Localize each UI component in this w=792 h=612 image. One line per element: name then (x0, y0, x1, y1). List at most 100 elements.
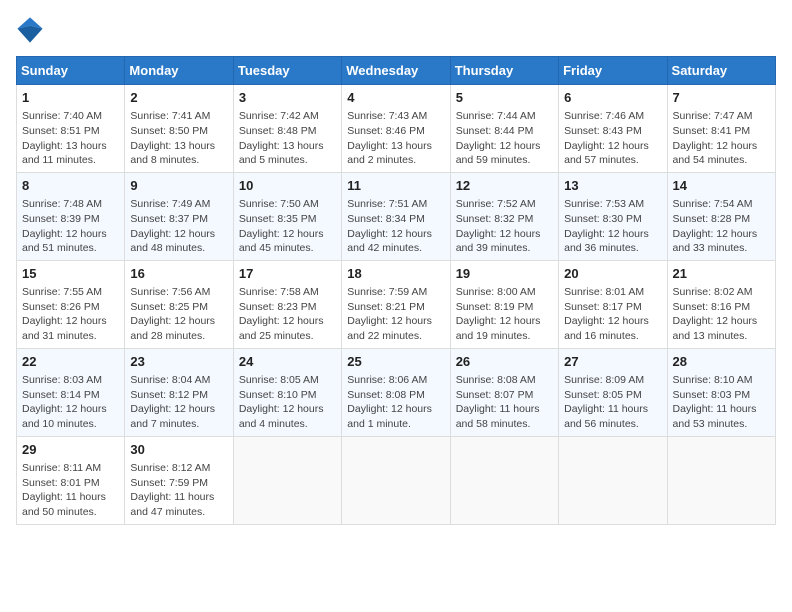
day-detail: Sunrise: 7:53 AM Sunset: 8:30 PM Dayligh… (564, 197, 661, 256)
day-detail: Sunrise: 7:59 AM Sunset: 8:21 PM Dayligh… (347, 285, 444, 344)
day-number: 22 (22, 353, 119, 371)
calendar-cell: 11Sunrise: 7:51 AM Sunset: 8:34 PM Dayli… (342, 172, 450, 260)
day-number: 30 (130, 441, 227, 459)
day-detail: Sunrise: 7:56 AM Sunset: 8:25 PM Dayligh… (130, 285, 227, 344)
calendar-cell: 14Sunrise: 7:54 AM Sunset: 8:28 PM Dayli… (667, 172, 775, 260)
day-number: 9 (130, 177, 227, 195)
calendar-cell: 9 Sunrise: 7:49 AM Sunset: 8:37 PM Daylig… (125, 172, 233, 260)
day-number: 21 (673, 265, 770, 283)
week-row-3: 15Sunrise: 7:55 AM Sunset: 8:26 PM Dayli… (17, 260, 776, 348)
header-day-thursday: Thursday (450, 57, 558, 85)
calendar-cell: 15Sunrise: 7:55 AM Sunset: 8:26 PM Dayli… (17, 260, 125, 348)
day-detail: Sunrise: 7:58 AM Sunset: 8:23 PM Dayligh… (239, 285, 336, 344)
day-detail: Sunrise: 8:02 AM Sunset: 8:16 PM Dayligh… (673, 285, 770, 344)
calendar-cell: 18 Sunrise: 7:59 AM Sunset: 8:21 PM Dayli… (342, 260, 450, 348)
week-row-1: 1Sunrise: 7:40 AM Sunset: 8:51 PM Daylig… (17, 85, 776, 173)
day-number: 24 (239, 353, 336, 371)
day-detail: Sunrise: 8:08 AM Sunset: 8:07 PM Dayligh… (456, 373, 553, 432)
calendar-cell: 17 Sunrise: 7:58 AM Sunset: 8:23 PM Dayli… (233, 260, 341, 348)
calendar-cell: 6Sunrise: 7:46 AM Sunset: 8:43 PM Daylig… (559, 85, 667, 173)
calendar-cell: 4 Sunrise: 7:43 AM Sunset: 8:46 PM Daylig… (342, 85, 450, 173)
day-detail: Sunrise: 8:09 AM Sunset: 8:05 PM Dayligh… (564, 373, 661, 432)
calendar-cell: 22 Sunrise: 8:03 AM Sunset: 8:14 PM Dayli… (17, 348, 125, 436)
day-detail: Sunrise: 8:01 AM Sunset: 8:17 PM Dayligh… (564, 285, 661, 344)
calendar-cell: 27Sunrise: 8:09 AM Sunset: 8:05 PM Dayli… (559, 348, 667, 436)
day-number: 1 (22, 89, 119, 107)
day-detail: Sunrise: 7:43 AM Sunset: 8:46 PM Dayligh… (347, 109, 444, 168)
header-day-tuesday: Tuesday (233, 57, 341, 85)
day-number: 10 (239, 177, 336, 195)
day-number: 14 (673, 177, 770, 195)
day-detail: Sunrise: 7:50 AM Sunset: 8:35 PM Dayligh… (239, 197, 336, 256)
calendar-cell: 20 Sunrise: 8:01 AM Sunset: 8:17 PM Dayli… (559, 260, 667, 348)
calendar-cell: 12Sunrise: 7:52 AM Sunset: 8:32 PM Dayli… (450, 172, 558, 260)
day-detail: Sunrise: 7:48 AM Sunset: 8:39 PM Dayligh… (22, 197, 119, 256)
week-row-4: 22 Sunrise: 8:03 AM Sunset: 8:14 PM Dayli… (17, 348, 776, 436)
calendar-cell (342, 436, 450, 524)
day-number: 18 (347, 265, 444, 283)
header-day-sunday: Sunday (17, 57, 125, 85)
calendar-cell (559, 436, 667, 524)
day-detail: Sunrise: 8:06 AM Sunset: 8:08 PM Dayligh… (347, 373, 444, 432)
day-detail: Sunrise: 8:10 AM Sunset: 8:03 PM Dayligh… (673, 373, 770, 432)
calendar-cell: 3Sunrise: 7:42 AM Sunset: 8:48 PM Daylig… (233, 85, 341, 173)
logo (16, 16, 48, 44)
day-number: 20 (564, 265, 661, 283)
calendar-cell: 2 Sunrise: 7:41 AM Sunset: 8:50 PM Daylig… (125, 85, 233, 173)
day-number: 26 (456, 353, 553, 371)
day-detail: Sunrise: 8:11 AM Sunset: 8:01 PM Dayligh… (22, 461, 119, 520)
calendar-cell: 7 Sunrise: 7:47 AM Sunset: 8:41 PM Daylig… (667, 85, 775, 173)
day-detail: Sunrise: 8:12 AM Sunset: 7:59 PM Dayligh… (130, 461, 227, 520)
day-number: 7 (673, 89, 770, 107)
calendar-table: SundayMondayTuesdayWednesdayThursdayFrid… (16, 56, 776, 525)
calendar-body: 1Sunrise: 7:40 AM Sunset: 8:51 PM Daylig… (17, 85, 776, 525)
day-detail: Sunrise: 7:47 AM Sunset: 8:41 PM Dayligh… (673, 109, 770, 168)
calendar-cell: 29 Sunrise: 8:11 AM Sunset: 8:01 PM Dayli… (17, 436, 125, 524)
calendar-cell: 1Sunrise: 7:40 AM Sunset: 8:51 PM Daylig… (17, 85, 125, 173)
calendar-header: SundayMondayTuesdayWednesdayThursdayFrid… (17, 57, 776, 85)
day-number: 12 (456, 177, 553, 195)
day-detail: Sunrise: 8:00 AM Sunset: 8:19 PM Dayligh… (456, 285, 553, 344)
day-number: 2 (130, 89, 227, 107)
week-row-5: 29 Sunrise: 8:11 AM Sunset: 8:01 PM Dayli… (17, 436, 776, 524)
day-number: 17 (239, 265, 336, 283)
day-detail: Sunrise: 7:49 AM Sunset: 8:37 PM Dayligh… (130, 197, 227, 256)
day-number: 28 (673, 353, 770, 371)
day-number: 29 (22, 441, 119, 459)
header-day-friday: Friday (559, 57, 667, 85)
calendar-cell: 21 Sunrise: 8:02 AM Sunset: 8:16 PM Dayli… (667, 260, 775, 348)
day-number: 16 (130, 265, 227, 283)
calendar-cell: 10 Sunrise: 7:50 AM Sunset: 8:35 PM Dayli… (233, 172, 341, 260)
calendar-cell: 24 Sunrise: 8:05 AM Sunset: 8:10 PM Dayli… (233, 348, 341, 436)
header-day-saturday: Saturday (667, 57, 775, 85)
page-header (16, 16, 776, 44)
day-detail: Sunrise: 7:46 AM Sunset: 8:43 PM Dayligh… (564, 109, 661, 168)
calendar-cell (450, 436, 558, 524)
day-number: 13 (564, 177, 661, 195)
day-number: 25 (347, 353, 444, 371)
day-detail: Sunrise: 8:03 AM Sunset: 8:14 PM Dayligh… (22, 373, 119, 432)
header-row: SundayMondayTuesdayWednesdayThursdayFrid… (17, 57, 776, 85)
calendar-cell: 26 Sunrise: 8:08 AM Sunset: 8:07 PM Dayli… (450, 348, 558, 436)
header-day-wednesday: Wednesday (342, 57, 450, 85)
calendar-cell: 25 Sunrise: 8:06 AM Sunset: 8:08 PM Dayli… (342, 348, 450, 436)
day-detail: Sunrise: 7:51 AM Sunset: 8:34 PM Dayligh… (347, 197, 444, 256)
day-detail: Sunrise: 8:05 AM Sunset: 8:10 PM Dayligh… (239, 373, 336, 432)
day-detail: Sunrise: 8:04 AM Sunset: 8:12 PM Dayligh… (130, 373, 227, 432)
day-detail: Sunrise: 7:55 AM Sunset: 8:26 PM Dayligh… (22, 285, 119, 344)
day-number: 4 (347, 89, 444, 107)
day-number: 5 (456, 89, 553, 107)
day-detail: Sunrise: 7:41 AM Sunset: 8:50 PM Dayligh… (130, 109, 227, 168)
day-number: 8 (22, 177, 119, 195)
header-day-monday: Monday (125, 57, 233, 85)
calendar-cell: 28 Sunrise: 8:10 AM Sunset: 8:03 PM Dayli… (667, 348, 775, 436)
calendar-cell: 16 Sunrise: 7:56 AM Sunset: 8:25 PM Dayli… (125, 260, 233, 348)
day-number: 19 (456, 265, 553, 283)
week-row-2: 8 Sunrise: 7:48 AM Sunset: 8:39 PM Daylig… (17, 172, 776, 260)
calendar-cell: 19 Sunrise: 8:00 AM Sunset: 8:19 PM Dayli… (450, 260, 558, 348)
day-detail: Sunrise: 7:42 AM Sunset: 8:48 PM Dayligh… (239, 109, 336, 168)
day-detail: Sunrise: 7:44 AM Sunset: 8:44 PM Dayligh… (456, 109, 553, 168)
calendar-cell: 13 Sunrise: 7:53 AM Sunset: 8:30 PM Dayli… (559, 172, 667, 260)
calendar-cell (667, 436, 775, 524)
calendar-cell: 23Sunrise: 8:04 AM Sunset: 8:12 PM Dayli… (125, 348, 233, 436)
